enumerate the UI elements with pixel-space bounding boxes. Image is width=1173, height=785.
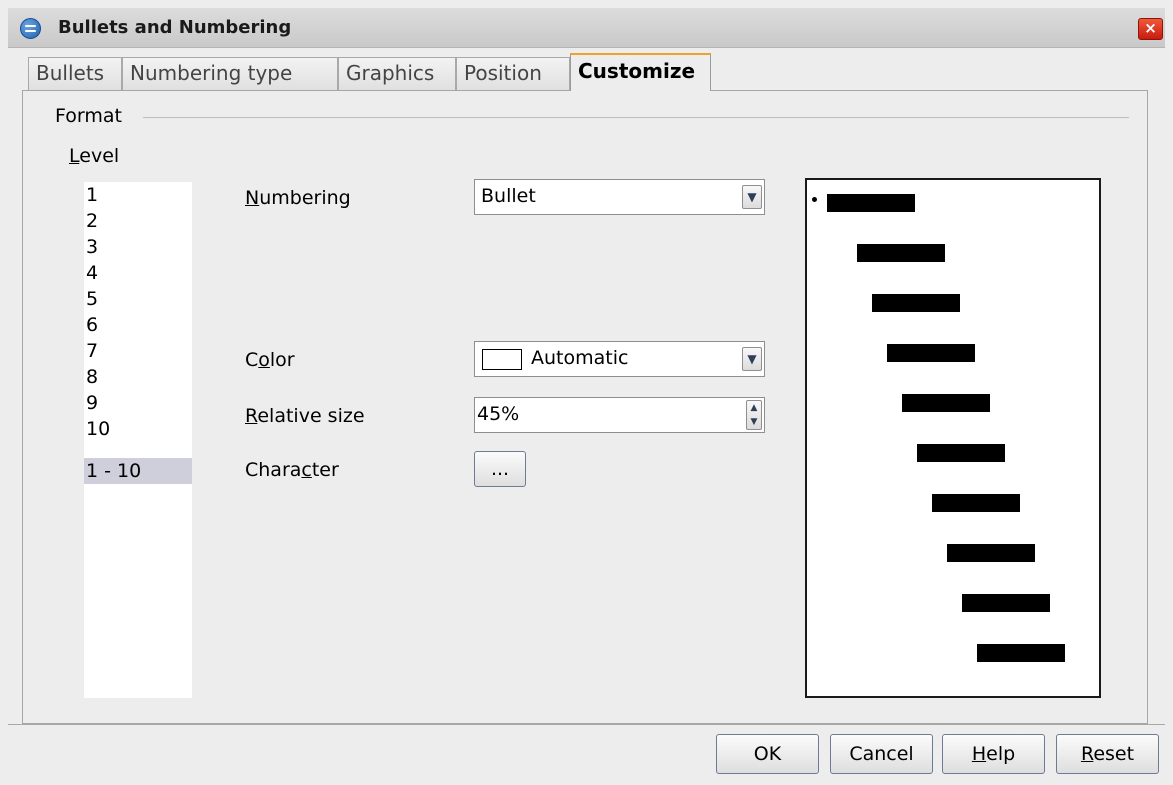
level-list-item[interactable]: 2 bbox=[84, 208, 192, 234]
ok-button-label: OK bbox=[753, 743, 782, 765]
tab-bullets[interactable]: Bullets bbox=[28, 57, 122, 90]
level-label: Level bbox=[69, 145, 120, 167]
preview-line-4 bbox=[887, 344, 975, 362]
level-list-item[interactable]: 3 bbox=[84, 234, 192, 260]
close-button[interactable]: × bbox=[1138, 18, 1163, 40]
level-list[interactable]: 1 2 3 4 5 6 7 8 9 10 1 - 10 bbox=[84, 182, 192, 698]
preview-line-8 bbox=[947, 544, 1035, 562]
title-bar[interactable]: Bullets and Numbering × bbox=[8, 8, 1165, 48]
tab-label: Customize bbox=[578, 59, 696, 83]
preview-line-2 bbox=[857, 244, 945, 262]
preview-line-9 bbox=[962, 594, 1050, 612]
color-label: Color bbox=[245, 349, 295, 371]
level-list-item[interactable]: 10 bbox=[84, 416, 192, 442]
bullets-numbering-dialog: Bullets and Numbering × Bullets Numberin… bbox=[0, 0, 1173, 785]
level-list-item[interactable]: 5 bbox=[84, 286, 192, 312]
tab-numbering-type[interactable]: Numbering type bbox=[122, 57, 338, 90]
preview-area bbox=[805, 178, 1101, 698]
level-list-item[interactable]: 6 bbox=[84, 312, 192, 338]
close-icon: × bbox=[1144, 19, 1157, 37]
character-label: Character bbox=[245, 459, 339, 481]
relative-size-label: Relative size bbox=[245, 405, 365, 427]
tab-label: Position bbox=[464, 61, 542, 85]
ok-button[interactable]: OK bbox=[716, 734, 819, 774]
reset-button-label: Reset bbox=[1080, 743, 1135, 765]
color-value: Automatic bbox=[531, 347, 629, 369]
tab-label: Bullets bbox=[36, 61, 105, 85]
help-button-label: Help bbox=[971, 743, 1016, 765]
level-list-item[interactable]: 9 bbox=[84, 390, 192, 416]
format-section-label: Format bbox=[55, 105, 126, 127]
reset-button[interactable]: Reset bbox=[1056, 734, 1159, 774]
format-separator bbox=[143, 117, 1129, 118]
customize-panel: Format Level 1 2 3 4 5 6 7 8 9 10 1 - 10… bbox=[22, 90, 1148, 724]
preview-line-10 bbox=[977, 644, 1065, 662]
numbering-select[interactable]: Bullet ▼ bbox=[474, 179, 765, 215]
numbering-label: Numbering bbox=[245, 187, 351, 209]
character-button-label: ... bbox=[490, 458, 510, 480]
level-label-rest: evel bbox=[79, 145, 120, 167]
button-row-separator bbox=[8, 724, 1165, 725]
help-button[interactable]: Help bbox=[942, 734, 1045, 774]
preview-line-7 bbox=[932, 494, 1020, 512]
tab-customize[interactable]: Customize bbox=[570, 53, 711, 91]
app-logo-icon bbox=[20, 18, 41, 39]
level-list-item[interactable]: 1 bbox=[84, 182, 192, 208]
chevron-down-icon[interactable]: ▼ bbox=[742, 185, 762, 209]
relative-size-spinbox[interactable]: 45% ▲ ▼ bbox=[474, 397, 765, 433]
tab-graphics[interactable]: Graphics bbox=[338, 57, 456, 90]
chevron-down-icon[interactable]: ▼ bbox=[742, 347, 762, 371]
cancel-button[interactable]: Cancel bbox=[830, 734, 933, 774]
spin-down-icon[interactable]: ▼ bbox=[747, 415, 761, 429]
tab-position[interactable]: Position bbox=[456, 57, 570, 90]
level-list-item-selected[interactable]: 1 - 10 bbox=[84, 458, 192, 484]
window-title: Bullets and Numbering bbox=[58, 17, 292, 38]
spin-arrows-icon[interactable]: ▲ ▼ bbox=[746, 400, 762, 430]
level-list-item[interactable]: 8 bbox=[84, 364, 192, 390]
preview-line-5 bbox=[902, 394, 990, 412]
preview-line-6 bbox=[917, 444, 1005, 462]
level-list-item[interactable]: 7 bbox=[84, 338, 192, 364]
preview-line-1 bbox=[827, 194, 915, 212]
cancel-button-label: Cancel bbox=[849, 743, 914, 765]
character-select-button[interactable]: ... bbox=[474, 451, 526, 487]
relative-size-value: 45% bbox=[477, 403, 520, 425]
tab-label: Graphics bbox=[346, 61, 435, 85]
tab-label: Numbering type bbox=[130, 61, 293, 85]
preview-bullet bbox=[812, 197, 817, 202]
spin-up-icon[interactable]: ▲ bbox=[747, 401, 761, 415]
level-list-item[interactable]: 4 bbox=[84, 260, 192, 286]
color-swatch bbox=[482, 349, 522, 370]
preview-line-3 bbox=[872, 294, 960, 312]
color-select[interactable]: Automatic ▼ bbox=[474, 341, 765, 377]
numbering-value: Bullet bbox=[481, 185, 536, 207]
